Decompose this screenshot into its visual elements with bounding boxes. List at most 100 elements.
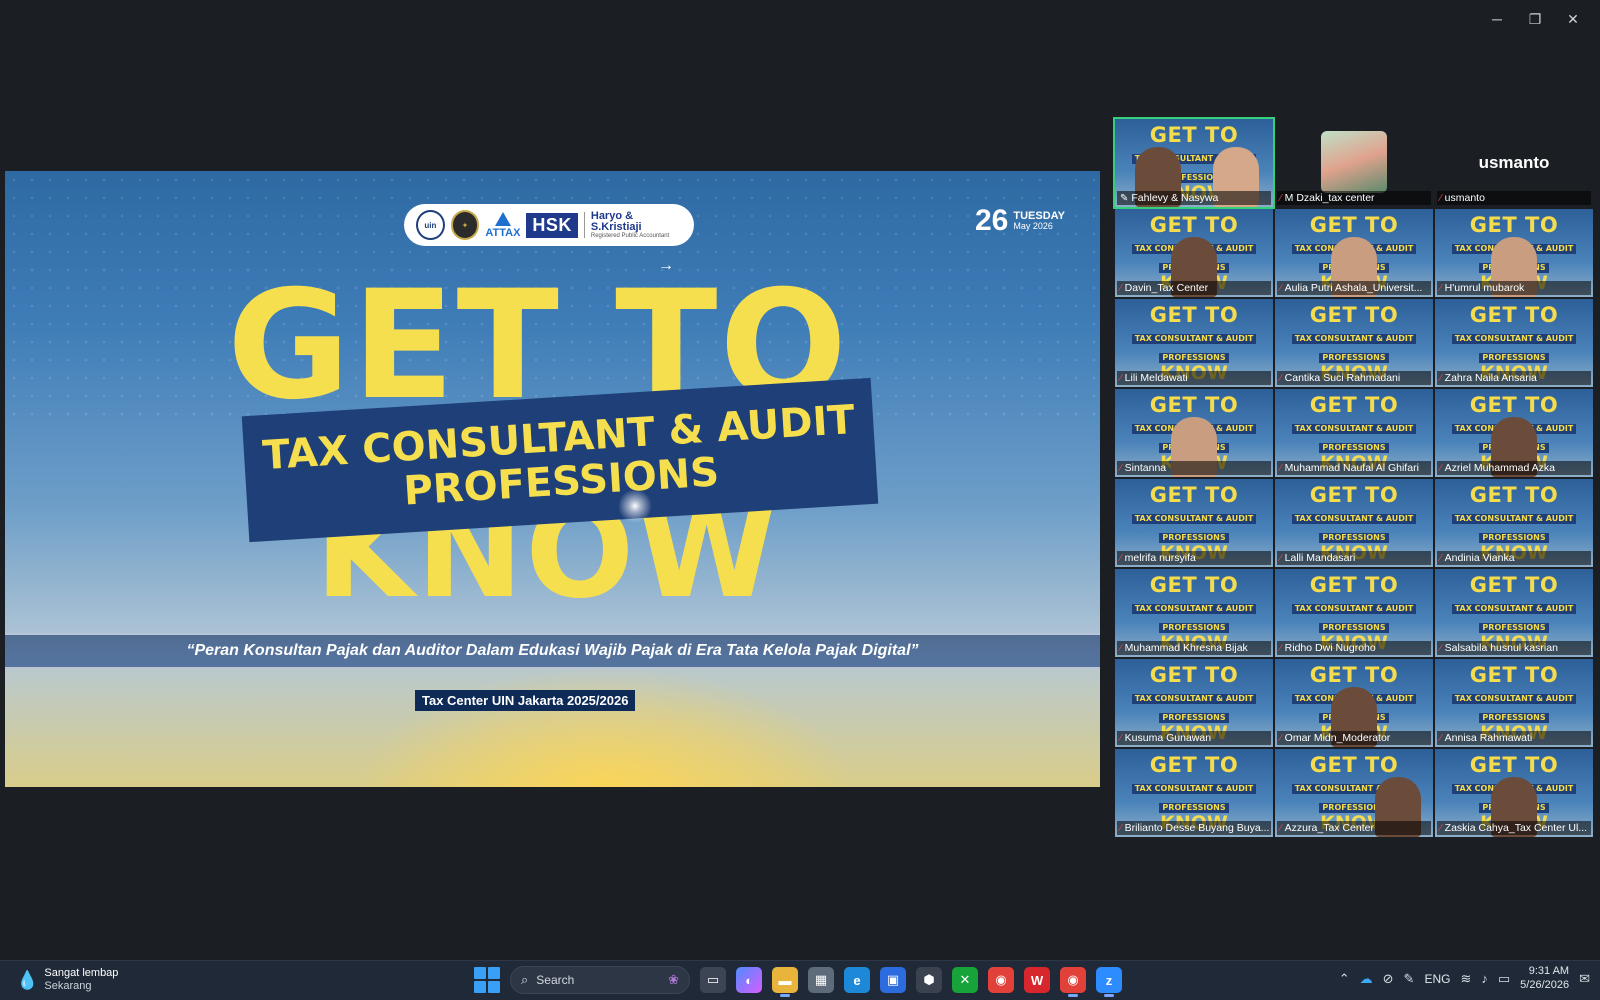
mic-muted-icon: ⁄ <box>1280 372 1282 384</box>
participant-tile[interactable]: GET TOTAX CONSULTANT & AUDITPROFESSIONSK… <box>1115 209 1273 297</box>
weather-widget[interactable]: 💧 Sangat lembap Sekarang <box>16 967 118 993</box>
mic-muted-icon: ⁄ <box>1440 552 1442 564</box>
clock-date: 5/26/2026 <box>1520 978 1570 991</box>
minimize-icon[interactable]: ─ <box>1478 6 1516 32</box>
participant-tile[interactable]: GET TOTAX CONSULTANT & AUDITPROFESSIONSK… <box>1435 749 1593 837</box>
participant-tile[interactable]: GET TOTAX CONSULTANT & AUDITPROFESSIONSK… <box>1275 659 1433 747</box>
location-off-icon[interactable]: ⊘ <box>1383 971 1394 987</box>
attax-logo: ATTAX <box>485 211 520 239</box>
mic-muted-icon: ⁄ <box>1120 732 1122 744</box>
sparkle <box>615 486 655 526</box>
participant-name-label: ⁄ H'umrul mubarok <box>1437 281 1591 295</box>
participant-name-label: ⁄ Zaskia Cahya_Tax Center Ul... <box>1437 821 1591 835</box>
participant-display-name: usmanto <box>1478 153 1550 172</box>
zoom-icon[interactable]: z <box>1096 967 1122 997</box>
participant-tile[interactable]: GET TOTAX CONSULTANT & AUDITPROFESSIONSK… <box>1435 389 1593 477</box>
edge-icon[interactable]: e <box>844 967 870 993</box>
date-day: 26 <box>975 204 1009 237</box>
participant-tile[interactable]: GET TOTAX CONSULTANT & AUDITPROFESSIONSK… <box>1115 569 1273 657</box>
participant-tile[interactable]: GET TOTAX CONSULTANT & AUDITPROFESSIONSK… <box>1275 479 1433 567</box>
participant-tile[interactable]: usmanto ⁄ usmanto <box>1435 119 1593 207</box>
store-icon[interactable]: ▣ <box>880 967 906 993</box>
date-month-year: May 2026 <box>1013 221 1053 232</box>
participant-name: Sintanna <box>1124 462 1167 474</box>
window-controls: ─ ❐ ✕ <box>1478 6 1592 32</box>
participant-tile[interactable]: GET TOTAX CONSULTANT & AUDITPROFESSIONSK… <box>1115 749 1273 837</box>
mic-muted-icon: ⁄ <box>1280 462 1282 474</box>
search-placeholder: Search <box>536 973 575 987</box>
participant-tile[interactable]: GET TOTAX CONSULTANT & AUDITPROFESSIONSK… <box>1275 749 1433 837</box>
participant-name-label: ✎ Fahlevy & Nasywa <box>1117 191 1271 205</box>
close-icon[interactable]: ✕ <box>1554 6 1592 32</box>
hsk-logo: HSK <box>526 212 578 238</box>
task-view-icon[interactable]: ▭ <box>700 967 726 993</box>
onedrive-icon[interactable]: ☁ <box>1360 971 1373 987</box>
date-badge: 26 TUESDAY May 2026 <box>975 204 1065 238</box>
calculator-icon[interactable]: ▦ <box>808 967 834 993</box>
participant-tile[interactable]: GET TOTAX CONSULTANT & AUDITPROFESSIONSK… <box>1115 299 1273 387</box>
participant-name-label: ⁄ Davin_Tax Center <box>1117 281 1271 295</box>
copilot-icon[interactable]: ◐ <box>736 967 762 993</box>
participant-name: M Dzaki_tax center <box>1284 192 1375 204</box>
participant-tile[interactable]: GET TOTAX CONSULTANT & AUDITPROFESSIONSK… <box>1275 299 1433 387</box>
system-tray: ⌃ ☁ ⊘ ✎ ENG ≋ ♪ ▭ 9:31 AM 5/26/2026 ✉ <box>1339 965 1590 993</box>
wps-icon[interactable]: W <box>1024 967 1050 993</box>
mic-muted-icon: ⁄ <box>1280 192 1282 204</box>
participant-tile[interactable]: GET TOTAX CONSULTANT & AUDITPROFESSIONSK… <box>1435 659 1593 747</box>
mic-muted-icon: ⁄ <box>1280 822 1282 834</box>
mic-muted-icon: ⁄ <box>1280 282 1282 294</box>
participant-tile[interactable]: ⁄ M Dzaki_tax center <box>1275 119 1433 207</box>
participant-name-label: ⁄ Andinia Vianka <box>1437 551 1591 565</box>
participant-tile[interactable]: GET TOTAX CONSULTANT & AUDITPROFESSIONSK… <box>1275 389 1433 477</box>
chevron-up-icon[interactable]: ⌃ <box>1339 971 1350 987</box>
mic-muted-icon: ⁄ <box>1440 372 1442 384</box>
taskbar-apps: ⌕ Search ❀ ▭ ◐ ▬ ▦ e ▣ ⬢ ✕ ◉ W ◉ z <box>474 966 1122 997</box>
weather-sub: Sekarang <box>44 980 92 993</box>
participant-tile[interactable]: GET TOTAX CONSULTANT & AUDITPROFESSIONSK… <box>1115 479 1273 567</box>
taskbar: 💧 Sangat lembap Sekarang ⌕ Search ❀ ▭ ◐ … <box>0 960 1600 1000</box>
taskbar-search[interactable]: ⌕ Search ❀ <box>510 966 690 994</box>
participant-name-label: ⁄ melrifa nursyifa <box>1117 551 1271 565</box>
start-icon[interactable] <box>474 967 500 993</box>
participant-tile[interactable]: GET TOTAX CONSULTANT & AUDITPROFESSIONSK… <box>1435 569 1593 657</box>
mic-muted-icon: ⁄ <box>1280 732 1282 744</box>
app-cube-icon[interactable]: ⬢ <box>916 967 942 993</box>
volume-icon[interactable]: ♪ <box>1481 971 1488 986</box>
participant-tile[interactable]: GET TOTAX CONSULTANT & AUDITPROFESSIONSK… <box>1113 117 1275 209</box>
participant-tile[interactable]: GET TOTAX CONSULTANT & AUDITPROFESSIONSK… <box>1275 569 1433 657</box>
language-indicator[interactable]: ENG <box>1424 972 1450 986</box>
chrome-icon[interactable]: ◉ <box>988 967 1014 993</box>
participant-tile[interactable]: GET TOTAX CONSULTANT & AUDITPROFESSIONSK… <box>1275 209 1433 297</box>
headline-top: GET TO <box>227 271 849 401</box>
participant-tile[interactable]: GET TOTAX CONSULTANT & AUDITPROFESSIONSK… <box>1115 659 1273 747</box>
seal-logo: ✦ <box>450 210 480 240</box>
participant-name: Muhammad Naufal Al Ghifari <box>1284 462 1419 474</box>
participant-name: Ridho Dwi Nugroho <box>1284 642 1376 654</box>
mic-muted-icon: ⁄ <box>1440 282 1442 294</box>
mic-muted-icon: ⁄ <box>1120 282 1122 294</box>
notification-icon[interactable]: ✉ <box>1579 971 1590 987</box>
wifi-icon[interactable]: ≋ <box>1460 971 1471 987</box>
participant-name: Aulia Putri Ashala_Universit... <box>1284 282 1423 294</box>
participant-name-label: ⁄ Cantika Suci Rahmadani <box>1277 371 1431 385</box>
participant-tile[interactable]: GET TOTAX CONSULTANT & AUDITPROFESSIONSK… <box>1435 479 1593 567</box>
participant-name-label: ⁄ Lili Meldawati <box>1117 371 1271 385</box>
xbox-icon[interactable]: ✕ <box>952 967 978 993</box>
participant-name: Lili Meldawati <box>1124 372 1188 384</box>
uin-logo: uin <box>416 210 445 240</box>
battery-icon[interactable]: ▭ <box>1498 971 1510 987</box>
participant-tile[interactable]: GET TOTAX CONSULTANT & AUDITPROFESSIONSK… <box>1435 209 1593 297</box>
participant-tile[interactable]: GET TOTAX CONSULTANT & AUDITPROFESSIONSK… <box>1435 299 1593 387</box>
pen-icon[interactable]: ✎ <box>1404 971 1415 987</box>
clock-time: 9:31 AM <box>1528 965 1570 977</box>
slide-quote: “Peran Konsultan Pajak dan Auditor Dalam… <box>186 642 919 659</box>
file-explorer-icon[interactable]: ▬ <box>772 967 798 997</box>
restore-icon[interactable]: ❐ <box>1516 6 1554 32</box>
participant-name-label: ⁄ Lalli Mandasari <box>1277 551 1431 565</box>
mic-muted-icon: ⁄ <box>1280 552 1282 564</box>
participant-name: Annisa Rahmawati <box>1444 732 1533 744</box>
clock[interactable]: 9:31 AM 5/26/2026 <box>1520 965 1569 993</box>
participant-tile[interactable]: GET TOTAX CONSULTANT & AUDITPROFESSIONSK… <box>1115 389 1273 477</box>
chrome-profile-icon[interactable]: ◉ <box>1060 967 1086 997</box>
participant-name: Muhammad Khresna Bijak <box>1124 642 1248 654</box>
